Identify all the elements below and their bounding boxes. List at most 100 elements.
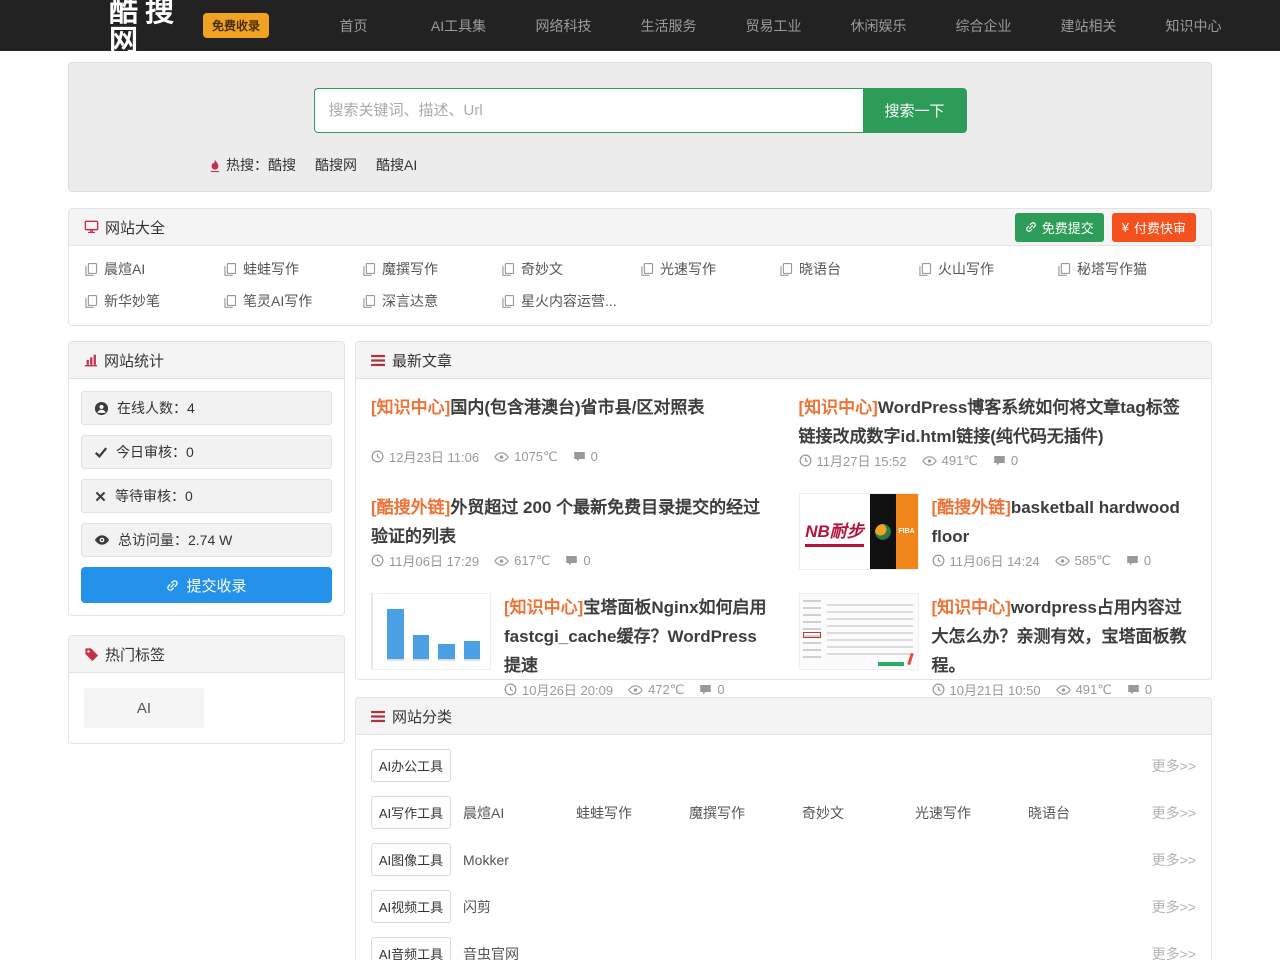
article-title[interactable]: [知识中心]宝塔面板Nginx如何启用fastcgi_cache缓存？WordP… [504, 593, 769, 680]
nav-item-life-services[interactable]: 生活服务 [616, 16, 721, 36]
category-ai-image[interactable]: AI图像工具 [371, 843, 451, 876]
category-ai-writing[interactable]: AI写作工具 [371, 796, 451, 829]
category-ai-audio[interactable]: AI音频工具 [371, 937, 451, 960]
paid-review-button[interactable]: ¥ 付费快审 [1112, 213, 1196, 242]
site-link[interactable]: 火山写作 [918, 259, 1057, 279]
article-comments: 0 [1144, 553, 1151, 568]
more-link[interactable]: 更多>> [1152, 897, 1196, 917]
article-meta: 11月06日 14:24 585℃ 0 [932, 551, 1197, 570]
submit-site-button[interactable]: 提交收录 [81, 567, 332, 603]
article-views: 491℃ [942, 453, 978, 469]
hot-link[interactable]: 酷搜AI [376, 155, 417, 175]
nav-item-ai-tools[interactable]: AI工具集 [406, 16, 511, 36]
copy-icon [362, 294, 376, 309]
search-button[interactable]: 搜索一下 [863, 88, 967, 133]
category-row: AI视频工具 闪剪 更多>> [371, 890, 1196, 923]
site-link[interactable]: 奇妙文 [501, 259, 640, 279]
site-link[interactable]: 秘塔写作猫 [1057, 259, 1196, 279]
site-link[interactable]: 晨煊AI [84, 259, 223, 279]
copy-icon [640, 262, 654, 277]
more-link[interactable]: 更多>> [1152, 944, 1196, 960]
clock-icon [371, 450, 384, 463]
article-comments: 0 [1145, 682, 1152, 697]
nav-item-network-tech[interactable]: 网络科技 [511, 16, 616, 36]
copy-icon [1057, 262, 1071, 277]
article-item: [知识中心]WordPress博客系统如何将文章tag标签链接改成数字id.ht… [799, 379, 1197, 479]
more-link[interactable]: 更多>> [1152, 803, 1196, 823]
monitor-icon [84, 220, 99, 234]
more-link[interactable]: 更多>> [1152, 756, 1196, 776]
category-site-link[interactable]: 奇妙文 [802, 803, 915, 823]
copy-icon [84, 294, 98, 309]
site-link[interactable]: 星火内容运营... [501, 291, 640, 311]
article-item: [知识中心]宝塔面板Nginx如何启用fastcgi_cache缓存？WordP… [371, 579, 769, 679]
article-views: 472℃ [648, 682, 684, 698]
site-link[interactable]: 深言达意 [362, 291, 501, 311]
site-link[interactable]: 蛙蛙写作 [223, 259, 362, 279]
article-category-tag: [知识中心] [799, 398, 878, 417]
article-meta: 12月23日 11:06 1075℃ 0 [371, 447, 769, 466]
site-link[interactable]: 光速写作 [640, 259, 779, 279]
link-icon [166, 579, 179, 592]
clock-icon [371, 554, 384, 567]
category-site-link[interactable]: 音虫官网 [463, 944, 576, 960]
nav-item-trade-industry[interactable]: 贸易工业 [721, 16, 826, 36]
hot-search-line: 热搜： 酷搜 酷搜网 酷搜AI [69, 155, 1211, 175]
article-meta: 11月06日 17:29 617℃ 0 [371, 551, 769, 570]
comment-icon [1126, 554, 1139, 567]
article-date: 10月21日 10:50 [950, 680, 1041, 699]
article-category-tag: [知识中心] [371, 398, 450, 417]
bar-chart-icon [84, 353, 98, 367]
category-site-link[interactable]: 魔撰写作 [689, 803, 802, 823]
site-link[interactable]: 新华妙笔 [84, 291, 223, 311]
nav-item-knowledge[interactable]: 知识中心 [1141, 16, 1246, 36]
fire-icon [209, 158, 221, 173]
category-site-link[interactable]: 蛙蛙写作 [576, 803, 689, 823]
eye-icon [494, 451, 509, 463]
article-comments: 0 [717, 682, 724, 697]
site-link[interactable]: 晓语台 [779, 259, 918, 279]
article-thumbnail[interactable] [799, 593, 919, 670]
hot-link[interactable]: 酷搜 [268, 155, 296, 175]
article-title[interactable]: [酷搜外链]外贸超过 200 个最新免费目录提交的经过验证的列表 [371, 493, 769, 551]
article-thumbnail[interactable] [371, 593, 491, 670]
article-title[interactable]: [酷搜外链]basketball hardwood floor [932, 493, 1197, 551]
site-link[interactable]: 魔撰写作 [362, 259, 501, 279]
stat-pending-review: 等待审核：0 [81, 479, 332, 513]
link-icon [1025, 221, 1037, 233]
category-site-link[interactable]: 晓语台 [1028, 803, 1141, 823]
article-title[interactable]: [知识中心]WordPress博客系统如何将文章tag标签链接改成数字id.ht… [799, 393, 1197, 451]
tag-ai[interactable]: AI [84, 688, 204, 728]
article-date: 11月06日 17:29 [389, 551, 479, 570]
site-link[interactable]: 笔灵AI写作 [223, 291, 362, 311]
site-logo[interactable]: 酷搜网 [109, 0, 189, 55]
nav-item-home[interactable]: 首页 [301, 16, 406, 36]
free-submit-button[interactable]: 免费提交 [1015, 213, 1104, 242]
top-navbar: 酷搜网 免费收录 首页 AI工具集 网络科技 生活服务 贸易工业 休闲娱乐 综合… [0, 0, 1280, 51]
copy-icon [501, 262, 515, 277]
copy-icon [918, 262, 932, 277]
article-item: NB耐步 FIBA [酷搜外链]basketball hardwood floo… [799, 479, 1197, 579]
category-ai-video[interactable]: AI视频工具 [371, 890, 451, 923]
category-site-link[interactable]: 晨煊AI [463, 803, 576, 823]
article-thumbnail[interactable]: NB耐步 FIBA [799, 493, 919, 570]
search-panel: 搜索一下 热搜： 酷搜 酷搜网 酷搜AI [68, 62, 1212, 192]
category-ai-office[interactable]: AI办公工具 [371, 749, 451, 782]
article-title[interactable]: [知识中心]国内(包含港澳台)省市县/区对照表 [371, 393, 769, 422]
nav-item-entertainment[interactable]: 休闲娱乐 [826, 16, 931, 36]
article-title[interactable]: [知识中心]wordpress占用内容过大怎么办？亲测有效，宝塔面板教程。 [932, 593, 1197, 680]
site-categories-panel: 网站分类 AI办公工具 更多>> AI写作工具 晨煊AI 蛙蛙写作 魔撰写作 [355, 697, 1212, 960]
copy-icon [84, 262, 98, 277]
category-site-link[interactable]: 闪剪 [463, 897, 576, 917]
article-category-tag: [知识中心] [504, 598, 583, 617]
article-comments: 0 [591, 449, 598, 464]
free-submit-badge[interactable]: 免费收录 [203, 13, 269, 38]
category-site-link[interactable]: 光速写作 [915, 803, 1028, 823]
search-input[interactable] [314, 88, 863, 133]
nav-item-site-building[interactable]: 建站相关 [1036, 16, 1141, 36]
nav-item-enterprise[interactable]: 综合企业 [931, 16, 1036, 36]
x-icon [94, 490, 107, 503]
hot-link[interactable]: 酷搜网 [315, 155, 357, 175]
more-link[interactable]: 更多>> [1152, 850, 1196, 870]
category-site-link[interactable]: Mokker [463, 852, 576, 868]
